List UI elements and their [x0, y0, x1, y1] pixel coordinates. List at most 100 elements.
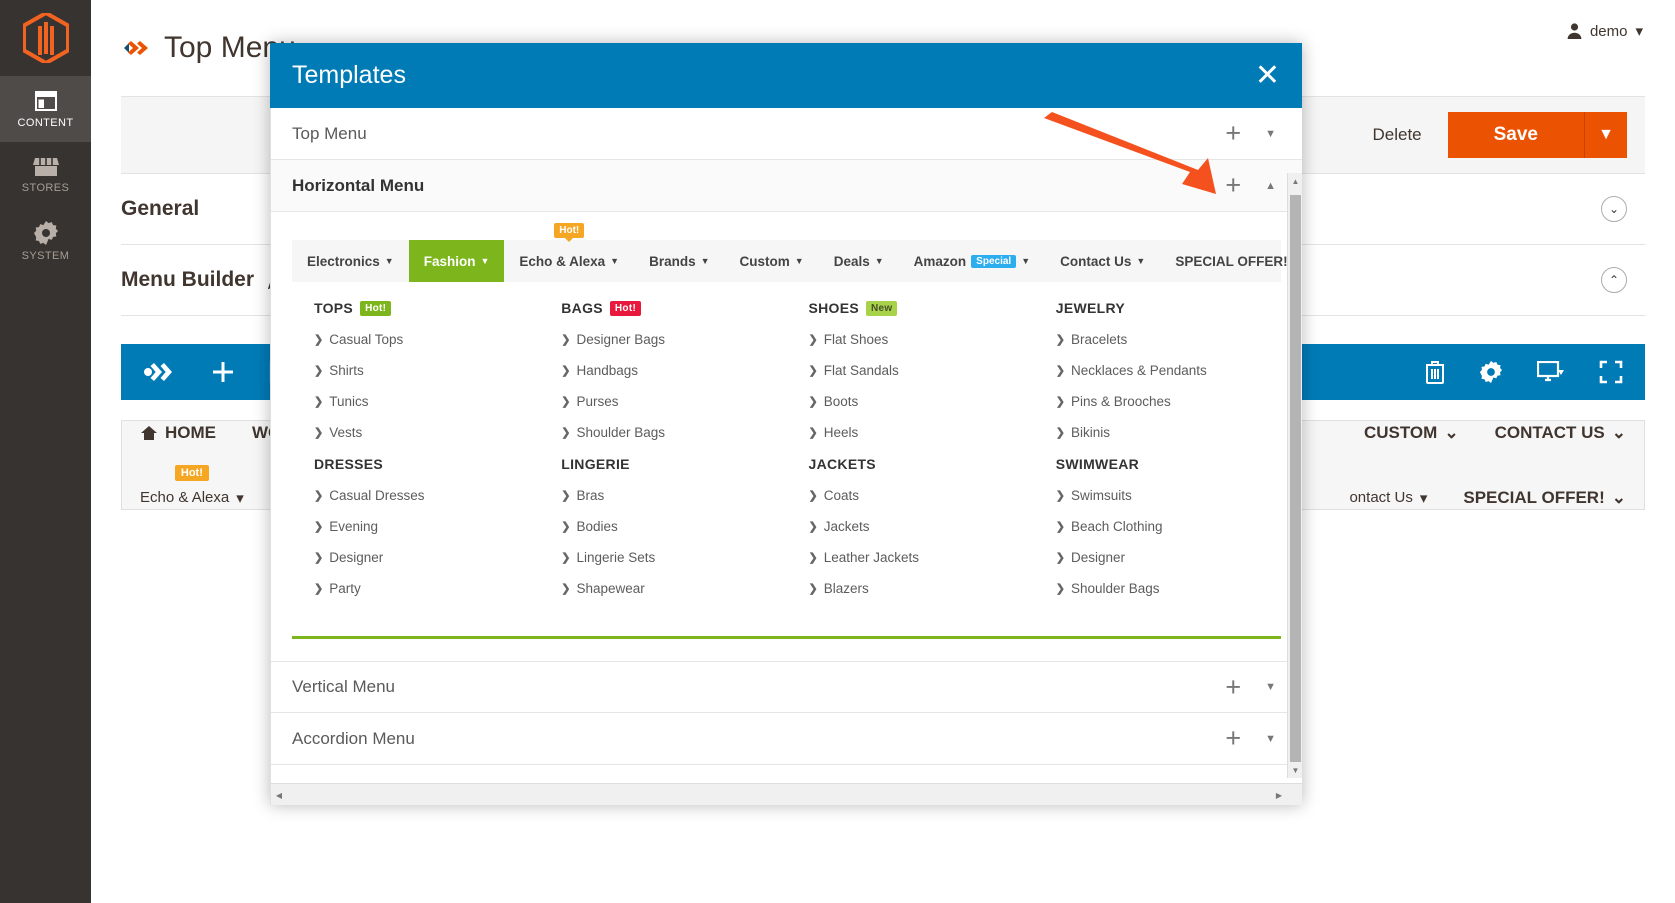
- preview-item-contact-2[interactable]: ontact Us ▾: [1349, 489, 1427, 507]
- mega-tab-amazon[interactable]: Amazon Special ▼: [899, 240, 1045, 282]
- preview-item-custom[interactable]: CUSTOM ⌄: [1364, 423, 1459, 443]
- chevron-right-icon: ❯: [1056, 333, 1065, 346]
- chevron-right-icon: ❯: [809, 489, 818, 502]
- mega-tab-special-offer[interactable]: SPECIAL OFFER! ⌄: [1160, 240, 1302, 282]
- mega-link[interactable]: ❯Vests: [314, 425, 539, 440]
- plus-icon[interactable]: +: [1225, 172, 1241, 199]
- modal-vertical-scrollbar[interactable]: ▲ ▼: [1287, 173, 1302, 778]
- scrollbar-thumb[interactable]: [1290, 195, 1301, 775]
- scroll-up-arrow-icon[interactable]: ▲: [1288, 173, 1302, 189]
- mega-link[interactable]: ❯Evening: [314, 519, 539, 534]
- chevron-up-icon[interactable]: ▲: [1265, 180, 1276, 192]
- mega-tab-custom[interactable]: Custom ▼: [725, 240, 819, 282]
- preview-item-special-offer[interactable]: SPECIAL OFFER! ⌄: [1463, 488, 1626, 508]
- user-icon: [1567, 23, 1582, 39]
- hot-badge: Hot!: [554, 223, 584, 238]
- delete-button[interactable]: Delete: [1372, 125, 1421, 145]
- mega-link[interactable]: ❯Shoulder Bags: [561, 425, 786, 440]
- builder-brand-icon[interactable]: [143, 361, 177, 383]
- chevron-down-icon[interactable]: ⌄: [1601, 196, 1627, 222]
- template-row-top-menu[interactable]: Top Menu + ▼: [271, 108, 1302, 160]
- mega-link[interactable]: ❯Blazers: [809, 581, 1034, 596]
- chevron-down-icon[interactable]: ▼: [1265, 733, 1276, 745]
- preview-item-echo-alexa[interactable]: Hot! Echo & Alexa ▾: [140, 489, 244, 507]
- mega-link[interactable]: ❯Bikinis: [1056, 425, 1281, 440]
- chevron-down-icon: ⌄: [1612, 488, 1626, 508]
- close-icon[interactable]: ✕: [1255, 61, 1280, 91]
- modal-horizontal-scrollbar[interactable]: ◀ ▶: [271, 783, 1302, 805]
- save-button[interactable]: Save: [1448, 112, 1585, 158]
- mega-link[interactable]: ❯Flat Sandals: [809, 363, 1034, 378]
- chevron-up-icon[interactable]: ⌃: [1601, 267, 1627, 293]
- template-row-horizontal-menu[interactable]: Horizontal Menu + ▲: [271, 160, 1302, 212]
- device-preview-icon[interactable]: [1537, 361, 1565, 383]
- mega-link[interactable]: ❯Bodies: [561, 519, 786, 534]
- mega-link-label: Vests: [329, 425, 362, 440]
- mega-link[interactable]: ❯Designer: [314, 550, 539, 565]
- mega-tab-electronics[interactable]: Electronics ▼: [292, 240, 409, 282]
- preview-item-home[interactable]: HOME: [140, 423, 216, 443]
- mega-link[interactable]: ❯Coats: [809, 488, 1034, 503]
- mega-link[interactable]: ❯Handbags: [561, 363, 786, 378]
- mega-link[interactable]: ❯Bras: [561, 488, 786, 503]
- mega-link[interactable]: ❯Swimsuits: [1056, 488, 1281, 503]
- sidebar-item-stores[interactable]: STORES: [0, 142, 91, 208]
- add-item-icon[interactable]: [211, 360, 235, 384]
- mega-link[interactable]: ❯Purses: [561, 394, 786, 409]
- sidebar-item-content[interactable]: CONTENT: [0, 76, 91, 142]
- mega-link[interactable]: ❯Heels: [809, 425, 1034, 440]
- mega-link[interactable]: ❯Bracelets: [1056, 332, 1281, 347]
- mega-tab-contact-us[interactable]: Contact Us ▼: [1045, 240, 1160, 282]
- magento-logo[interactable]: [0, 0, 91, 76]
- mega-link[interactable]: ❯Casual Tops: [314, 332, 539, 347]
- mega-link-label: Swimsuits: [1071, 488, 1132, 503]
- plus-icon[interactable]: +: [1225, 674, 1241, 701]
- mega-link[interactable]: ❯Leather Jackets: [809, 550, 1034, 565]
- scroll-down-arrow-icon[interactable]: ▼: [1288, 762, 1302, 778]
- mega-link[interactable]: ❯Beach Clothing: [1056, 519, 1281, 534]
- preview-item-contact[interactable]: CONTACT US ⌄: [1495, 423, 1626, 443]
- mega-column: JEWELRY ❯Bracelets ❯Necklaces & Pendants…: [1034, 300, 1281, 612]
- template-row-vertical-menu[interactable]: Vertical Menu + ▼: [271, 661, 1302, 713]
- mega-link[interactable]: ❯Casual Dresses: [314, 488, 539, 503]
- mega-link[interactable]: ❯Shapewear: [561, 581, 786, 596]
- scroll-right-arrow-icon[interactable]: ▶: [1271, 784, 1287, 805]
- mega-link[interactable]: ❯Party: [314, 581, 539, 596]
- mega-tab-echo-alexa[interactable]: Hot! Echo & Alexa ▼: [504, 240, 634, 282]
- mega-link[interactable]: ❯Boots: [809, 394, 1034, 409]
- mega-link[interactable]: ❯Flat Shoes: [809, 332, 1034, 347]
- chevron-down-icon[interactable]: ▼: [1265, 681, 1276, 693]
- save-options-caret-icon[interactable]: ▼: [1585, 112, 1627, 158]
- delete-icon[interactable]: [1425, 360, 1445, 384]
- mega-link[interactable]: ❯Shirts: [314, 363, 539, 378]
- mega-link[interactable]: ❯Designer Bags: [561, 332, 786, 347]
- mega-tab-brands[interactable]: Brands ▼: [634, 240, 724, 282]
- template-row-accordion-menu[interactable]: Accordion Menu + ▼: [271, 713, 1302, 765]
- mega-link[interactable]: ❯Tunics: [314, 394, 539, 409]
- mega-tab-deals[interactable]: Deals ▼: [819, 240, 899, 282]
- mega-menu-tabbar: Electronics ▼ Fashion ▼ Hot! Echo & Alex…: [292, 240, 1281, 282]
- mega-group-heading-text: SWIMWEAR: [1056, 456, 1139, 472]
- preview-item-label: CONTACT US: [1495, 423, 1605, 443]
- plus-icon[interactable]: +: [1225, 725, 1241, 752]
- plus-icon[interactable]: +: [1225, 120, 1241, 147]
- mega-tab-label: Contact Us: [1060, 254, 1131, 269]
- preview-item-label: HOME: [165, 423, 216, 443]
- mega-link[interactable]: ❯Jackets: [809, 519, 1034, 534]
- chevron-down-icon[interactable]: ▼: [1265, 128, 1276, 140]
- mega-link[interactable]: ❯Lingerie Sets: [561, 550, 786, 565]
- chevron-right-icon: ❯: [561, 489, 570, 502]
- mega-link[interactable]: ❯Pins & Brooches: [1056, 394, 1281, 409]
- fullscreen-icon[interactable]: [1599, 360, 1623, 384]
- mega-tab-fashion[interactable]: Fashion ▼: [409, 240, 505, 282]
- sidebar-item-system[interactable]: SYSTEM: [0, 208, 91, 274]
- mega-link[interactable]: ❯Designer: [1056, 550, 1281, 565]
- mega-link[interactable]: ❯Shoulder Bags: [1056, 581, 1281, 596]
- menu-brand-icon: [122, 37, 152, 59]
- mega-link[interactable]: ❯Necklaces & Pendants: [1056, 363, 1281, 378]
- scroll-left-arrow-icon[interactable]: ◀: [271, 784, 287, 805]
- chevron-right-icon: ❯: [809, 395, 818, 408]
- settings-gear-icon[interactable]: [1479, 360, 1503, 384]
- user-name: demo: [1590, 23, 1628, 40]
- user-menu[interactable]: demo ▾: [1567, 22, 1643, 74]
